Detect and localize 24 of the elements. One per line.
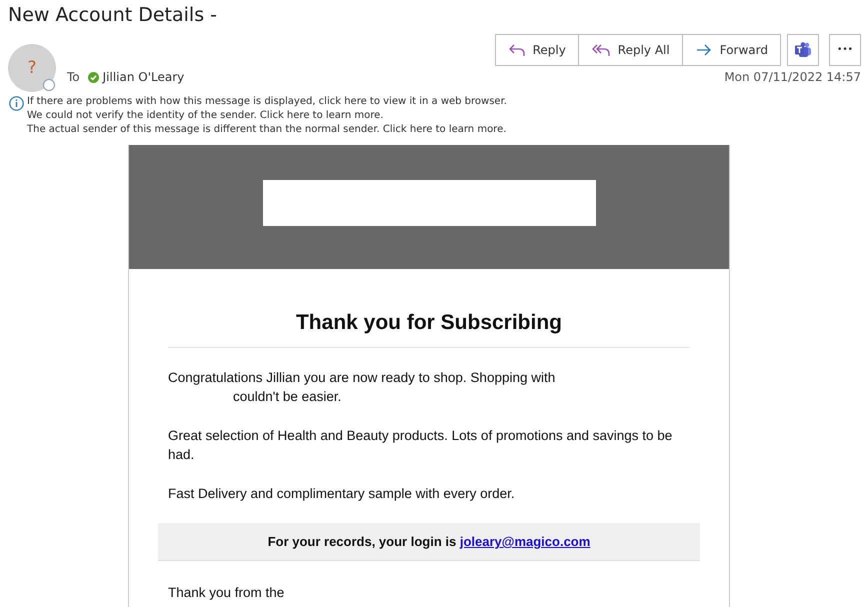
avatar: ? xyxy=(8,44,56,92)
recipient[interactable]: Jillian O'Leary xyxy=(88,70,184,84)
reply-icon xyxy=(508,43,526,57)
reply-all-icon xyxy=(590,43,611,57)
login-notice: For your records, your login is joleary@magico.com xyxy=(158,523,700,561)
paragraph: Fast Delivery and complimentary sample with every order. xyxy=(168,485,516,503)
closing-text: Thank you from the xyxy=(168,584,286,602)
email-heading: Thank you for Subscribing xyxy=(168,311,690,348)
info-message[interactable]: The actual sender of this message is different than the normal sender. Click here to learn more. xyxy=(27,123,507,137)
teams-logo-icon xyxy=(794,42,812,58)
message-date: Mon 07/11/2022 14:57 xyxy=(724,70,861,84)
forward-arrow-icon xyxy=(694,43,713,57)
paragraph: Congratulations Jillian you are now ready to shop. Shopping with couldn't be easier. xyxy=(168,369,556,406)
info-message[interactable]: We could not verify the identity of the sender. Click here to learn more. xyxy=(27,109,507,123)
info-message[interactable]: If there are problems with how this message is displayed, click here to view it in a web browser. xyxy=(27,95,507,109)
check-circle-icon xyxy=(88,72,99,82)
email-link[interactable]: joleary@magico.com xyxy=(460,534,590,549)
paragraph: Great selection of Health and Beauty products. Lots of promotions and savings to be had. xyxy=(168,427,674,464)
info-icon xyxy=(9,96,24,111)
message-subject: New Account Details - xyxy=(8,4,217,26)
presence-icon xyxy=(43,79,55,91)
teams-button[interactable] xyxy=(787,34,819,66)
to-label: To xyxy=(67,70,80,84)
more-button[interactable]: ••• xyxy=(829,34,861,66)
